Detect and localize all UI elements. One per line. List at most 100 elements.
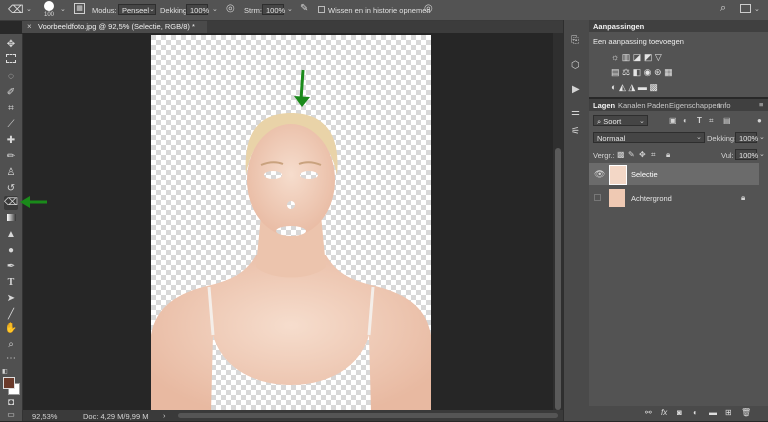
visibility-off-box[interactable] — [594, 194, 601, 201]
strm-input[interactable]: 100% — [262, 4, 285, 15]
quick-selection-tool-icon[interactable]: ✐ — [4, 86, 18, 100]
vibrance-icon[interactable]: ▽ — [655, 52, 662, 62]
close-tab-icon[interactable]: × — [27, 21, 32, 33]
pen-tool-icon[interactable]: ✒ — [4, 260, 18, 274]
lock-all-icon[interactable]: 🔒︎ — [666, 150, 670, 160]
more-tools-icon[interactable]: ⋯ — [4, 352, 18, 366]
gradient-map-icon[interactable]: ▬ — [638, 82, 647, 92]
move-tool-icon[interactable]: ✥ — [4, 38, 18, 52]
foreground-color-swatch[interactable] — [3, 377, 15, 389]
hue-saturation-icon[interactable]: ▤ — [611, 67, 620, 77]
filter-pixel-icon[interactable]: ▣ — [669, 116, 677, 125]
color-balance-icon[interactable]: ⚖ — [622, 67, 630, 77]
workspace-chevron-icon[interactable]: ⌄ — [754, 5, 760, 13]
curves-icon[interactable]: ◪ — [633, 52, 642, 62]
blend-mode-chevron-icon[interactable]: ⌄ — [696, 133, 702, 141]
actions-play-icon[interactable]: ▶ — [572, 84, 580, 95]
adjustments-title[interactable]: Aanpassingen — [593, 22, 644, 31]
new-adjustment-icon[interactable]: ◐ — [693, 408, 698, 417]
delete-layer-icon[interactable]: 🗑︎ — [741, 408, 751, 417]
zoom-level[interactable]: 92,53% — [32, 412, 57, 421]
pressure-size-icon[interactable]: ◎ — [424, 3, 433, 14]
tab-eigenschappen[interactable]: Eigenschappen — [669, 101, 721, 110]
link-layers-icon[interactable]: ⚯ — [645, 408, 652, 417]
layer-name-achtergrond[interactable]: Achtergrond — [631, 194, 672, 203]
blend-mode-select[interactable]: Normaal — [593, 132, 705, 143]
layer-thumbnail-achtergrond[interactable] — [609, 189, 625, 207]
3d-panel-icon[interactable]: ⬡ — [571, 60, 580, 71]
crop-tool-icon[interactable]: ⌗ — [4, 102, 18, 116]
layer-style-fx-icon[interactable]: fx — [661, 408, 667, 417]
opacity-chevron-icon[interactable]: ⌄ — [759, 133, 765, 141]
marquee-tool-icon[interactable] — [4, 54, 18, 68]
new-layer-icon[interactable]: ⊞ — [725, 408, 732, 417]
tab-paden[interactable]: Paden — [647, 101, 669, 110]
search-icon[interactable]: ⌕ — [720, 2, 726, 15]
hand-tool-icon[interactable]: ✋ — [4, 322, 18, 336]
modus-chevron-icon[interactable]: ⌄ — [149, 5, 155, 13]
lock-position-icon[interactable]: ✥ — [639, 150, 646, 159]
eraser-tool-icon[interactable]: ⌫ — [8, 3, 24, 16]
fill-input[interactable]: 100% — [735, 149, 758, 160]
default-colors-icon[interactable]: ◧ — [2, 368, 8, 375]
scrollbar-thumb[interactable] — [555, 148, 561, 410]
brush-settings-icon[interactable]: ▦ — [74, 3, 85, 14]
photo-filter-icon[interactable]: ◉ — [644, 67, 652, 77]
lasso-tool-icon[interactable]: ◌ — [4, 70, 18, 84]
filter-toggle-icon[interactable]: ● — [757, 116, 762, 125]
tab-info[interactable]: Info — [718, 101, 731, 110]
line-tool-icon[interactable]: ╱ — [4, 308, 18, 322]
layer-thumbnail-selectie[interactable] — [609, 165, 627, 185]
blur-tool-icon[interactable]: ▲ — [4, 228, 18, 242]
invert-icon[interactable]: ◐ — [611, 82, 616, 92]
type-tool-icon[interactable]: T — [4, 276, 18, 290]
brush-picker-chevron-icon[interactable]: ⌄ — [60, 5, 66, 13]
visibility-eye-icon[interactable]: 👁︎ — [594, 169, 605, 180]
posterize-icon[interactable]: ◭ — [619, 82, 626, 92]
document-tab[interactable]: × Voorbeeldfoto.jpg @ 92,5% (Selectie, R… — [22, 21, 207, 33]
tab-lagen[interactable]: Lagen — [593, 101, 615, 110]
history-checkbox[interactable] — [318, 6, 325, 13]
document-canvas[interactable] — [151, 35, 431, 412]
lock-transparency-icon[interactable]: ▩ — [617, 150, 625, 159]
add-mask-icon[interactable]: ◙ — [677, 408, 682, 417]
properties-panel-icon[interactable]: ⚌ — [571, 107, 580, 118]
opacity-input[interactable]: 100% — [735, 132, 758, 143]
dekking-chevron-icon[interactable]: ⌄ — [212, 5, 218, 13]
filter-chevron-icon[interactable]: ⌄ — [639, 117, 645, 125]
dodge-tool-icon[interactable]: ● — [4, 244, 18, 258]
horizontal-scrollbar-thumb[interactable] — [178, 413, 558, 418]
healing-brush-tool-icon[interactable]: ✚ — [4, 134, 18, 148]
channel-mixer-icon[interactable]: ⊛ — [654, 67, 662, 77]
vertical-scrollbar[interactable] — [553, 33, 563, 410]
workspace-icon[interactable] — [740, 4, 751, 13]
fill-chevron-icon[interactable]: ⌄ — [759, 150, 765, 158]
brightness-contrast-icon[interactable]: ☼ — [611, 52, 619, 62]
exposure-icon[interactable]: ◩ — [644, 52, 653, 62]
brush-tool-icon[interactable]: ✏ — [4, 150, 18, 164]
adjust-sliders-icon[interactable]: ⚟ — [571, 126, 580, 137]
eyedropper-tool-icon[interactable]: ⟋ — [4, 118, 18, 132]
filter-adjust-icon[interactable]: ◐ — [683, 116, 688, 125]
status-menu-chevron-icon[interactable]: › — [163, 411, 166, 420]
path-selection-tool-icon[interactable]: ➤ — [4, 292, 18, 306]
filter-type-icon[interactable]: T — [697, 116, 702, 125]
canvas-area[interactable] — [23, 33, 553, 412]
history-panel-icon[interactable]: ⎘ — [571, 35, 579, 46]
airbrush-icon[interactable]: ✎ — [300, 3, 308, 14]
pressure-opacity-icon[interactable]: ◎ — [226, 3, 235, 14]
new-group-icon[interactable]: ▬ — [709, 408, 717, 417]
gradient-tool-icon[interactable] — [4, 212, 18, 226]
eraser-tool-icon-active[interactable]: ⌫ — [4, 196, 18, 210]
black-white-icon[interactable]: ◧ — [633, 67, 642, 77]
color-lookup-icon[interactable]: ▦ — [664, 67, 673, 77]
levels-icon[interactable]: ▥ — [622, 52, 631, 62]
brush-preview[interactable] — [44, 1, 54, 11]
lock-paint-icon[interactable]: ✎ — [628, 150, 635, 159]
clone-stamp-tool-icon[interactable]: ♙ — [4, 166, 18, 180]
layer-name-selectie[interactable]: Selectie — [631, 170, 658, 179]
screen-mode-icon[interactable]: ▭ — [4, 408, 18, 422]
tool-preset-chevron-icon[interactable]: ⌄ — [26, 5, 32, 13]
history-brush-tool-icon[interactable]: ↺ — [4, 182, 18, 196]
threshold-icon[interactable]: ◮ — [628, 82, 635, 92]
